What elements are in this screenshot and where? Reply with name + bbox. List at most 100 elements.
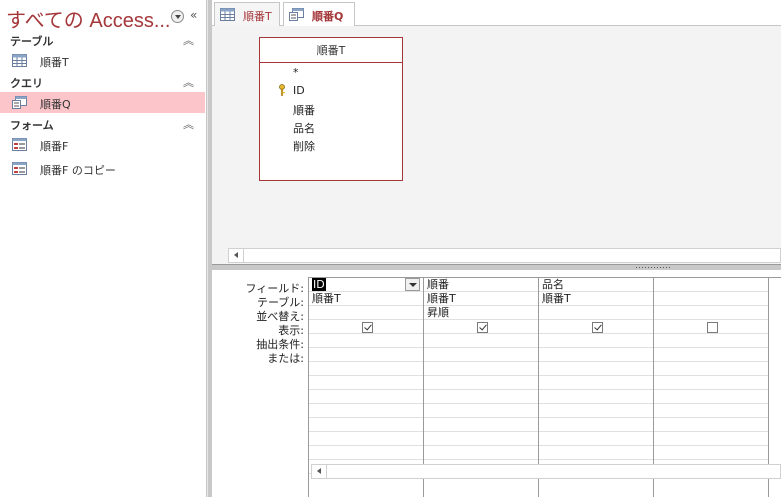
grid-empty-cell[interactable]: [654, 390, 768, 404]
grid-empty-cell[interactable]: [309, 404, 423, 418]
grid-criteria-cell[interactable]: [309, 334, 423, 348]
grid-empty-cell[interactable]: [539, 390, 653, 404]
grid-empty-cell[interactable]: [309, 418, 423, 432]
chevron-up-icon[interactable]: ︽: [183, 74, 194, 90]
nav-dropdown-icon[interactable]: [171, 10, 184, 23]
grid-empty-cell[interactable]: [424, 418, 538, 432]
show-checkbox[interactable]: [707, 322, 718, 333]
grid-empty-cell[interactable]: [309, 446, 423, 460]
splitter-grip-icon[interactable]: [635, 266, 671, 269]
field-id[interactable]: ID: [293, 84, 305, 97]
grid-empty-cell[interactable]: [424, 390, 538, 404]
primary-key-icon: [279, 84, 285, 96]
nav-item-form-copy[interactable]: 順番F のコピー: [0, 158, 205, 179]
field-delete[interactable]: 削除: [293, 138, 315, 154]
row-label-criteria: 抽出条件:: [256, 338, 304, 351]
grid-empty-cell[interactable]: [654, 376, 768, 390]
grid-empty-cell[interactable]: [309, 362, 423, 376]
grid-table-cell[interactable]: 順番T: [539, 292, 653, 306]
chevron-up-icon[interactable]: ︽: [183, 116, 194, 132]
nav-item-query[interactable]: 順番Q: [0, 92, 205, 113]
show-checkbox[interactable]: [592, 322, 603, 333]
field-order[interactable]: 順番: [293, 102, 315, 118]
grid-empty-cell[interactable]: [539, 404, 653, 418]
tab-table[interactable]: 順番T: [214, 2, 280, 26]
grid-show-cell[interactable]: [539, 320, 653, 334]
grid-show-cell[interactable]: [654, 320, 768, 334]
row-label-sort: 並べ替え:: [256, 310, 304, 323]
nav-item-form[interactable]: 順番F: [0, 134, 205, 155]
grid-or-cell[interactable]: [654, 348, 768, 362]
grid-empty-cell[interactable]: [424, 362, 538, 376]
grid-field-cell[interactable]: [654, 278, 768, 292]
grid-empty-cell[interactable]: [424, 404, 538, 418]
grid-show-cell[interactable]: [424, 320, 538, 334]
collapse-pane-icon[interactable]: «: [190, 8, 197, 22]
grid-field-cell[interactable]: 順番: [424, 278, 538, 292]
grid-criteria-cell[interactable]: [539, 334, 653, 348]
grid-show-cell[interactable]: [309, 320, 423, 334]
horizontal-scrollbar[interactable]: [228, 248, 781, 263]
grid-sort-cell[interactable]: [309, 306, 423, 320]
grid-horizontal-scrollbar[interactable]: [311, 464, 781, 479]
nav-item-table[interactable]: 順番T: [0, 50, 205, 71]
grid-empty-cell[interactable]: [309, 432, 423, 446]
row-label-table: テーブル:: [256, 296, 304, 309]
navigation-pane: すべての Access... « テーブル ︽ 順番T クエリ ︽ 順番Q フォ…: [0, 0, 207, 497]
dropdown-arrow-icon[interactable]: [405, 278, 420, 291]
grid-empty-cell[interactable]: [309, 376, 423, 390]
chevron-up-icon[interactable]: ︽: [183, 32, 194, 48]
nav-item-label: 順番Q: [40, 98, 71, 111]
grid-or-cell[interactable]: [309, 348, 423, 362]
nav-group-label: クエリ: [10, 77, 43, 90]
grid-empty-cell[interactable]: [539, 446, 653, 460]
grid-empty-cell[interactable]: [309, 390, 423, 404]
grid-empty-cell[interactable]: [539, 418, 653, 432]
grid-empty-cell[interactable]: [424, 446, 538, 460]
form-icon: [12, 162, 27, 175]
field-name[interactable]: 品名: [293, 120, 315, 136]
grid-table-cell[interactable]: [654, 292, 768, 306]
grid-or-cell[interactable]: [539, 348, 653, 362]
nav-pane-title[interactable]: すべての Access...: [6, 4, 171, 33]
nav-group-tables[interactable]: テーブル ︽: [0, 32, 205, 49]
grid-field-cell[interactable]: 品名: [539, 278, 653, 292]
grid-empty-cell[interactable]: [654, 446, 768, 460]
show-checkbox[interactable]: [362, 322, 373, 333]
query-icon: [289, 8, 304, 21]
grid-criteria-cell[interactable]: [654, 334, 768, 348]
nav-item-label: 順番F: [40, 140, 69, 153]
grid-empty-cell[interactable]: [654, 404, 768, 418]
field-all[interactable]: *: [293, 66, 299, 79]
grid-sort-cell[interactable]: 昇順: [424, 306, 538, 320]
grid-criteria-cell[interactable]: [424, 334, 538, 348]
show-checkbox[interactable]: [477, 322, 488, 333]
nav-group-label: フォーム: [10, 119, 54, 132]
grid-sort-cell[interactable]: [654, 306, 768, 320]
grid-empty-cell[interactable]: [654, 362, 768, 376]
grid-or-cell[interactable]: [424, 348, 538, 362]
scroll-left-icon[interactable]: [229, 249, 244, 262]
row-label-show: 表示:: [278, 324, 304, 337]
table-icon: [12, 54, 27, 67]
grid-table-cell[interactable]: 順番T: [424, 292, 538, 306]
nav-group-queries[interactable]: クエリ ︽: [0, 74, 205, 91]
grid-empty-cell[interactable]: [539, 362, 653, 376]
grid-sort-cell[interactable]: [539, 306, 653, 320]
grid-empty-cell[interactable]: [654, 418, 768, 432]
query-design-table-area: 順番T * ID 順番 品名 削除: [212, 26, 781, 264]
grid-empty-cell[interactable]: [539, 432, 653, 446]
grid-empty-cell[interactable]: [539, 376, 653, 390]
tab-query[interactable]: 順番Q: [283, 2, 355, 27]
field-value: ID: [312, 278, 326, 291]
grid-table-cell[interactable]: 順番T: [309, 292, 423, 306]
grid-empty-cell[interactable]: [424, 432, 538, 446]
field-list-table[interactable]: 順番T * ID 順番 品名 削除: [259, 37, 403, 181]
grid-empty-cell[interactable]: [654, 432, 768, 446]
row-label-or: または:: [267, 352, 304, 365]
grid-empty-cell[interactable]: [424, 376, 538, 390]
form-icon: [12, 138, 27, 151]
nav-group-forms[interactable]: フォーム ︽: [0, 116, 205, 133]
scroll-left-icon[interactable]: [312, 465, 327, 478]
field-list-title[interactable]: 順番T: [260, 38, 402, 63]
